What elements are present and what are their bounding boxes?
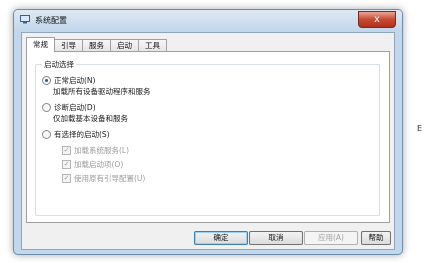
radio-icon xyxy=(42,102,51,112)
dialog-client-area: 常规 引导 服务 启动 工具 启动选择 正常启动(N) 加载所有设备驱动程序和服… xyxy=(21,32,395,250)
system-config-app-icon xyxy=(20,15,30,24)
checkmark-icon: ✓ xyxy=(62,145,71,155)
checkmark-icon: ✓ xyxy=(62,159,71,169)
use-original-boot-config-label: 使用原有引导配置(U) xyxy=(74,174,146,183)
ok-button[interactable]: 确定 xyxy=(194,231,248,245)
selective-startup-label: 有选择的启动(S) xyxy=(54,130,110,139)
load-startup-items-label: 加载启动项(O) xyxy=(74,160,124,169)
use-original-boot-config-checkbox[interactable]: ✓ 使用原有引导配置(U) xyxy=(62,173,145,184)
close-icon: x xyxy=(374,14,380,25)
load-system-services-checkbox[interactable]: ✓ 加载系统服务(L) xyxy=(62,145,129,156)
cancel-button[interactable]: 取消 xyxy=(249,231,303,245)
radio-selected-icon xyxy=(42,75,51,85)
system-configuration-window: 系统配置 x 常规 引导 服务 启动 工具 启动选择 正常启动(N) 加载所有设… xyxy=(13,9,403,255)
window-title: 系统配置 xyxy=(35,16,67,25)
tab-general[interactable]: 常规 xyxy=(26,37,55,52)
background-text: E xyxy=(417,124,423,133)
normal-startup-label: 正常启动(N) xyxy=(54,76,96,85)
checkmark-icon: ✓ xyxy=(62,173,71,183)
normal-startup-description: 加载所有设备驱动程序和服务 xyxy=(53,87,151,96)
load-startup-items-checkbox[interactable]: ✓ 加载启动项(O) xyxy=(62,159,123,170)
startup-selection-group: 启动选择 正常启动(N) 加载所有设备驱动程序和服务 诊断启动(D) 仅加载基本… xyxy=(35,59,380,216)
normal-startup-radio[interactable]: 正常启动(N) xyxy=(42,75,95,86)
load-system-services-label: 加载系统服务(L) xyxy=(74,146,130,155)
apply-button[interactable]: 应用(A) xyxy=(304,231,358,245)
title-bar[interactable]: 系统配置 x xyxy=(14,10,402,30)
radio-icon xyxy=(42,129,51,139)
startup-selection-legend: 启动选择 xyxy=(42,59,76,70)
tab-strip: 常规 引导 服务 启动 工具 xyxy=(26,37,167,52)
screen: 系统配置 x 常规 引导 服务 启动 工具 启动选择 正常启动(N) 加载所有设… xyxy=(0,0,427,263)
selective-startup-radio[interactable]: 有选择的启动(S) xyxy=(42,129,110,140)
diagnostic-startup-description: 仅加载基本设备和服务 xyxy=(53,114,128,123)
help-button[interactable]: 帮助 xyxy=(361,231,391,245)
general-tab-panel: 启动选择 正常启动(N) 加载所有设备驱动程序和服务 诊断启动(D) 仅加载基本… xyxy=(26,51,390,223)
diagnostic-startup-label: 诊断启动(D) xyxy=(54,103,96,112)
close-button[interactable]: x xyxy=(358,11,396,28)
diagnostic-startup-radio[interactable]: 诊断启动(D) xyxy=(42,102,96,113)
